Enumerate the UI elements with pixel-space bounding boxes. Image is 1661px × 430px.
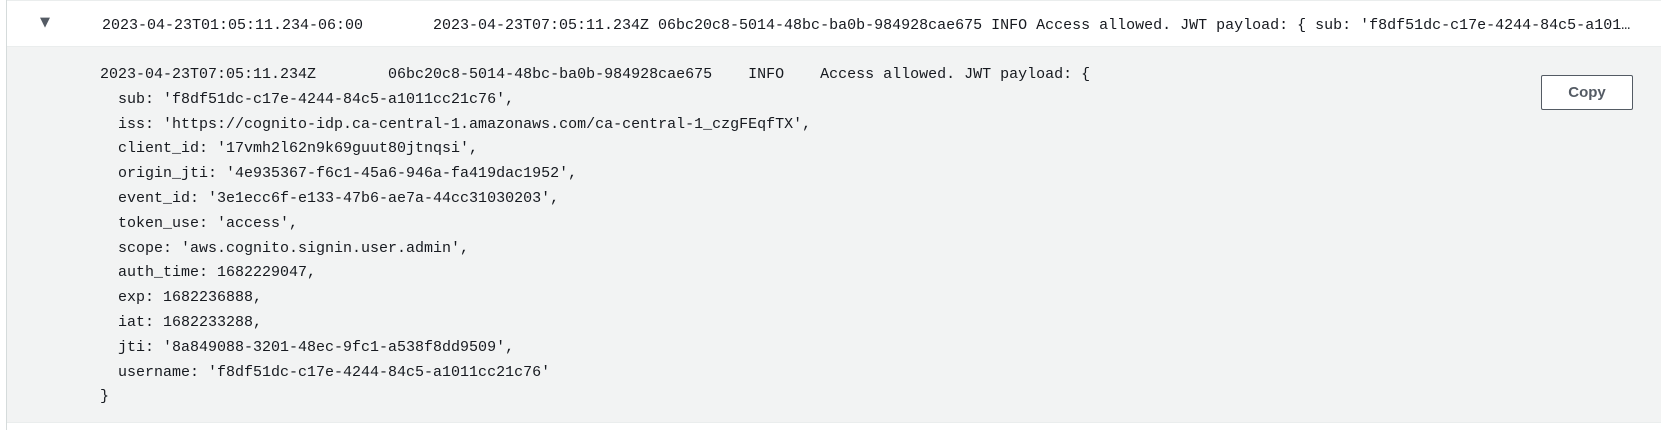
- log-event-detail: 2023-04-23T07:05:11.234Z 06bc20c8-5014-4…: [7, 46, 1661, 422]
- copy-button[interactable]: Copy: [1541, 75, 1633, 110]
- log-event-row[interactable]: ▼ 2023-04-23T01:05:11.234-06:00 2023-04-…: [7, 0, 1661, 46]
- log-events-panel: ▼ 2023-04-23T01:05:11.234-06:00 2023-04-…: [6, 0, 1661, 430]
- log-event-timestamp: 2023-04-23T01:05:11.234-06:00: [102, 17, 364, 34]
- log-event-detail-text: 2023-04-23T07:05:11.234Z 06bc20c8-5014-4…: [100, 66, 1091, 406]
- row-divider: [7, 422, 1661, 430]
- log-event-message-preview: 2023-04-23T07:05:11.234Z 06bc20c8-5014-4…: [433, 17, 1633, 34]
- collapse-triangle-icon[interactable]: ▼: [37, 15, 53, 31]
